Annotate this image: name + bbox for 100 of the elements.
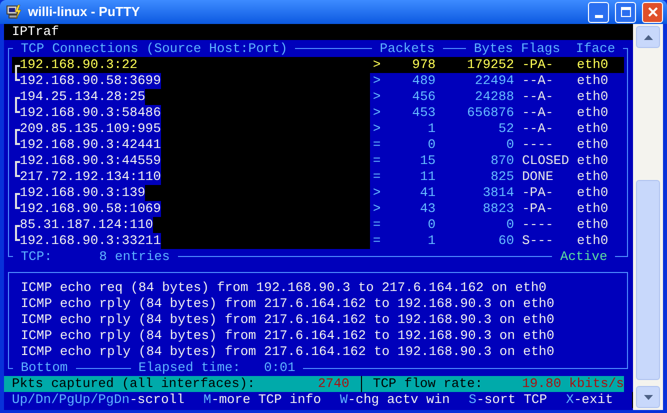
- host-port-text: 192.168.90.3:33211: [20, 232, 161, 248]
- tcp-flags: -PA-: [522, 56, 554, 72]
- column-header: Bytes: [466, 40, 521, 56]
- host-port-text: 192.168.90.3:58486: [20, 104, 161, 120]
- key-hint: Up/Dn/PgUp/PgDn-scroll: [12, 392, 185, 408]
- key-hint: S-sort TCP: [468, 392, 548, 408]
- computer-icon: [6, 4, 22, 20]
- direction-symbol: >: [372, 200, 381, 216]
- flow-rate: 19.80 kbits/s: [522, 376, 624, 392]
- byte-count: 3814: [482, 184, 514, 200]
- packet-count: 456: [411, 88, 436, 104]
- byte-count: 60: [497, 232, 514, 248]
- status-label: Pkts captured (all interfaces):: [12, 376, 256, 392]
- host-port-text: 192.168.90.3:42441: [20, 136, 161, 152]
- direction-symbol: >: [372, 184, 381, 200]
- connection-row[interactable]: 85.31.187.124:110 = 0 0 ---- eth0: [12, 216, 624, 232]
- tcp-flags: --A-: [522, 72, 554, 88]
- host-port-text: 192.168.90.58:1069: [20, 200, 161, 216]
- direction-symbol: >: [372, 120, 381, 136]
- byte-count: 179252: [466, 56, 514, 72]
- connection-row[interactable]: 217.72.192.134:110 = 11 825 DONE eth0: [12, 168, 624, 184]
- byte-count: 24288: [474, 88, 514, 104]
- tcp-flags: ----: [522, 216, 554, 232]
- connection-row[interactable]: 192.168.90.3:58486 > 453 656876 --A- eth0: [12, 104, 624, 120]
- byte-count: 0: [505, 216, 514, 232]
- packet-count: 0: [426, 136, 436, 152]
- interface-name: eth0: [576, 152, 610, 168]
- maximize-icon: [620, 7, 630, 17]
- elapsed-label: Elapsed time:: [138, 360, 240, 376]
- host-port-text: 217.72.192.134:110: [20, 168, 161, 184]
- interface-name: eth0: [576, 56, 610, 72]
- packet-count: 978: [411, 56, 436, 72]
- key-hint: W-chg actv win: [340, 392, 450, 408]
- minimize-icon: [594, 14, 602, 18]
- packet-count: 15: [418, 152, 436, 168]
- byte-count: 8823: [482, 200, 514, 216]
- direction-symbol: >: [372, 56, 381, 72]
- connection-row[interactable]: 194.25.134.28:25 > 456 24288 --A- eth0: [12, 88, 624, 104]
- scroll-thumb[interactable]: [636, 180, 660, 380]
- host-port-text: 192.168.90.3:44559: [20, 152, 161, 168]
- connection-row[interactable]: 192.168.90.3:44559 = 15 870 CLOSED eth0: [12, 152, 624, 168]
- log-line: ICMP echo rply (84 bytes) from 217.6.164.162 to 192.168.90.3 on eth0: [20, 328, 554, 344]
- packet-count: 1: [426, 232, 436, 248]
- direction-symbol: >: [372, 104, 381, 120]
- packet-count: 453: [411, 104, 436, 120]
- tcp-flags: --A-: [522, 120, 554, 136]
- packet-count: 0: [426, 216, 436, 232]
- connection-row[interactable]: 192.168.90.3:139 > 41 3814 -PA- eth0: [12, 184, 624, 200]
- key-hint: M-more TCP info: [203, 392, 322, 408]
- host-port-text: 194.25.134.28:25: [20, 88, 146, 104]
- tcp-flags: --A-: [522, 104, 554, 120]
- elapsed-time: 0:01: [264, 360, 296, 376]
- packet-count: 11: [418, 168, 436, 184]
- log-line: ICMP echo rply (84 bytes) from 217.6.164.162 to 192.168.90.3 on eth0: [20, 312, 554, 328]
- tcp-flags: S---: [522, 232, 554, 248]
- host-port-text: 192.168.90.58:3699: [20, 72, 161, 88]
- log-line: ICMP echo rply (84 bytes) from 217.6.164.162 to 192.168.90.3 on eth0: [20, 344, 554, 360]
- host-port-text: 192.168.90.3:139: [20, 184, 146, 200]
- packet-total: 2740: [318, 376, 350, 392]
- host-port-text: 192.168.90.3:22: [20, 56, 138, 72]
- log-line: ICMP echo rply (84 bytes) from 217.6.164.162 to 192.168.90.3 on eth0: [20, 296, 554, 312]
- interface-name: eth0: [576, 168, 610, 184]
- direction-symbol: =: [372, 232, 381, 248]
- scroll-up-button[interactable]: [636, 26, 660, 48]
- packet-count: 43: [418, 200, 436, 216]
- down-arrow-icon: [644, 394, 652, 400]
- byte-count: 0: [505, 136, 514, 152]
- byte-count: 870: [490, 152, 514, 168]
- interface-name: eth0: [576, 200, 610, 216]
- scroll-down-button[interactable]: [636, 386, 660, 408]
- connection-row[interactable]: 192.168.90.58:3699 > 489 22494 --A- eth0: [12, 72, 624, 88]
- window-title: willi-linux - PuTTY: [28, 3, 141, 22]
- tcp-flags: DONE: [522, 168, 554, 184]
- status-label: TCP flow rate:: [372, 376, 483, 392]
- interface-name: eth0: [576, 88, 610, 104]
- direction-symbol: =: [372, 168, 381, 184]
- interface-name: eth0: [576, 72, 610, 88]
- interface-name: eth0: [576, 104, 610, 120]
- host-port-text: 209.85.135.109:995: [20, 120, 161, 136]
- app-title: IPTraf: [12, 24, 59, 40]
- close-icon: [648, 7, 658, 17]
- connection-row[interactable]: 192.168.90.3:33211 = 1 60 S--- eth0: [12, 232, 624, 248]
- entry-count: 8 entries: [99, 248, 170, 264]
- connection-row[interactable]: 192.168.90.3:42441 = 0 0 ---- eth0: [12, 136, 624, 152]
- connection-row[interactable]: 192.168.90.58:1069 > 43 8823 -PA- eth0: [12, 200, 624, 216]
- minimize-button[interactable]: [588, 2, 609, 22]
- column-header: TCP Connections (Source Host:Port): [12, 40, 296, 56]
- maximize-button[interactable]: [615, 2, 636, 22]
- up-arrow-icon: [644, 34, 652, 40]
- tcp-flags: CLOSED: [522, 152, 570, 168]
- connection-row[interactable]: 209.85.135.109:995 > 1 52 --A- eth0: [12, 120, 624, 136]
- direction-symbol: =: [372, 152, 381, 168]
- connection-row[interactable]: 192.168.90.3:22 > 978 179252 -PA- eth0: [12, 56, 624, 72]
- byte-count: 52: [497, 120, 514, 136]
- byte-count: 656876: [466, 104, 514, 120]
- interface-name: eth0: [576, 120, 610, 136]
- packet-count: 489: [411, 72, 436, 88]
- interface-name: eth0: [576, 136, 610, 152]
- direction-symbol: >: [372, 88, 381, 104]
- close-button[interactable]: [642, 2, 663, 22]
